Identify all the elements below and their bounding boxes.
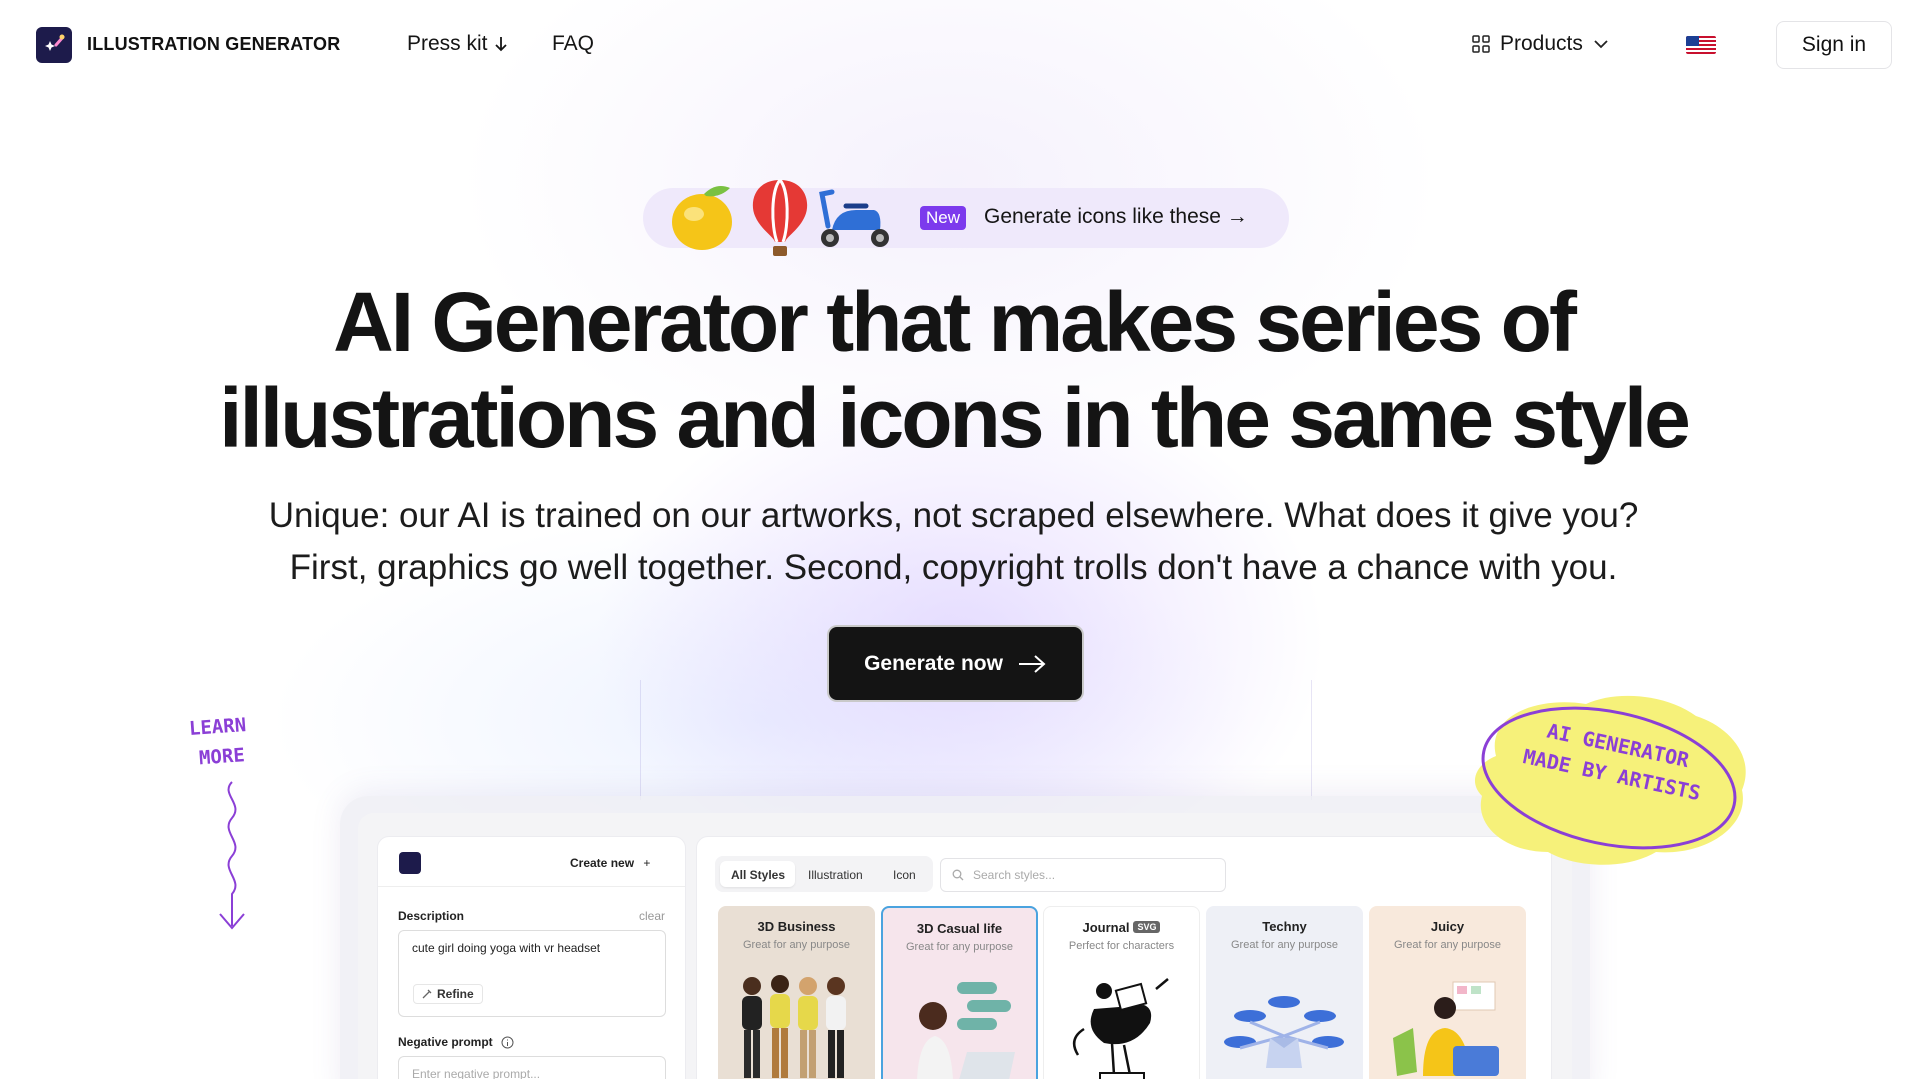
tab-all-styles[interactable]: All Styles: [731, 868, 785, 882]
style-card-subtitle: Great for any purpose: [1230, 939, 1338, 951]
products-label: Products: [1500, 32, 1583, 55]
casual-life-illustration: [917, 982, 1015, 1079]
style-card-title: Juicy: [1430, 919, 1465, 934]
create-new-label: Create new: [570, 856, 635, 870]
promo-link[interactable]: Generate icons like these →: [984, 205, 1248, 229]
generate-now-button[interactable]: Generate now: [829, 627, 1082, 700]
journal-illustration: [1072, 978, 1169, 1079]
style-card-techny[interactable]: Techny Great for any purpose: [1206, 906, 1363, 1079]
chevron-down-icon: [1594, 40, 1608, 49]
sign-in-button[interactable]: Sign in: [1776, 21, 1892, 69]
style-card-journal[interactable]: Journal SVG Perfect for characters: [1043, 906, 1200, 1079]
nav-press-kit[interactable]: Press kit: [407, 32, 508, 56]
learn-more-line-2: MORE: [198, 744, 246, 770]
learn-more-link[interactable]: LEARN MORE: [188, 710, 249, 774]
info-icon[interactable]: [501, 1036, 514, 1049]
new-badge: New: [920, 206, 967, 230]
style-card-3d-business[interactable]: 3D Business Great for any purpose: [718, 906, 875, 1079]
style-card-title: Journal: [1082, 920, 1130, 935]
generate-now-label: Generate now: [864, 651, 1003, 675]
us-flag-icon[interactable]: [1686, 36, 1716, 54]
create-new-button[interactable]: Create new +: [570, 856, 650, 870]
arrow-down-icon: [494, 37, 507, 52]
arrow-right-icon: [1018, 654, 1046, 673]
style-card-juicy[interactable]: Juicy Great for any purpose: [1369, 906, 1526, 1079]
refine-button[interactable]: Refine: [413, 984, 483, 1004]
wand-icon: [422, 989, 432, 999]
style-card-subtitle: Great for any purpose: [742, 939, 850, 951]
search-icon: [952, 869, 964, 881]
clear-button[interactable]: clear: [639, 909, 665, 923]
app-logo-icon: [399, 852, 421, 874]
negative-prompt-text: Negative prompt: [398, 1035, 493, 1049]
search-placeholder: Search styles...: [973, 868, 1056, 882]
style-card-title: Techny: [1262, 919, 1307, 934]
tab-illustration[interactable]: Illustration: [808, 868, 863, 882]
plus-icon: +: [643, 856, 651, 870]
logo-icon[interactable]: [36, 27, 72, 63]
description-label: Description: [398, 909, 465, 923]
business-people-illustration: [742, 975, 846, 1078]
products-menu[interactable]: Products: [1472, 32, 1609, 56]
style-card-subtitle: Perfect for characters: [1068, 940, 1175, 952]
nav-press-kit-label: Press kit: [407, 32, 488, 55]
svg-tag: SVG: [1133, 921, 1161, 933]
juicy-illustration: [1393, 981, 1499, 1076]
style-card-title: 3D Business: [757, 919, 836, 934]
techny-drone-illustration: [1224, 996, 1344, 1068]
nav-faq-label: FAQ: [552, 32, 595, 55]
lemon-icon: [672, 186, 732, 250]
learn-more-line-1: LEARN: [188, 714, 247, 741]
style-card-title: 3D Casual life: [916, 921, 1003, 936]
scooter-icon: [819, 189, 889, 247]
hero-title-line-1: AI Generator that makes series of: [333, 275, 1577, 369]
hero-subtitle-line-1: Unique: our AI is trained on our artwork…: [268, 496, 1639, 535]
squiggle-arrow-icon: [219, 781, 245, 930]
style-card-title-row: Journal SVG: [1044, 920, 1199, 935]
divider: [378, 886, 685, 887]
hero-title-line-2: illustrations and icons in the same styl…: [219, 371, 1691, 465]
style-card-subtitle: Great for any purpose: [905, 941, 1013, 953]
grid-line: [1311, 680, 1312, 800]
grid-line: [640, 680, 641, 800]
grid-icon: [1472, 35, 1490, 53]
refine-label: Refine: [437, 987, 474, 1001]
hot-air-balloon-icon: [752, 178, 808, 256]
hero-subtitle-line-2: First, graphics go well together. Second…: [289, 548, 1618, 587]
negative-prompt-placeholder: Enter negative prompt...: [412, 1067, 541, 1079]
brand-name[interactable]: ILLUSTRATION GENERATOR: [87, 34, 340, 55]
style-card-3d-casual-life[interactable]: 3D Casual life Great for any purpose: [881, 906, 1038, 1079]
nav-faq[interactable]: FAQ: [552, 32, 594, 56]
description-value: cute girl doing yoga with vr headset: [412, 941, 601, 955]
negative-prompt-label: Negative prompt: [398, 1035, 514, 1049]
style-card-subtitle: Great for any purpose: [1393, 939, 1501, 951]
tab-icon[interactable]: Icon: [893, 868, 916, 882]
top-navigation: ILLUSTRATION GENERATOR Press kit FAQ Pro…: [0, 0, 1907, 90]
